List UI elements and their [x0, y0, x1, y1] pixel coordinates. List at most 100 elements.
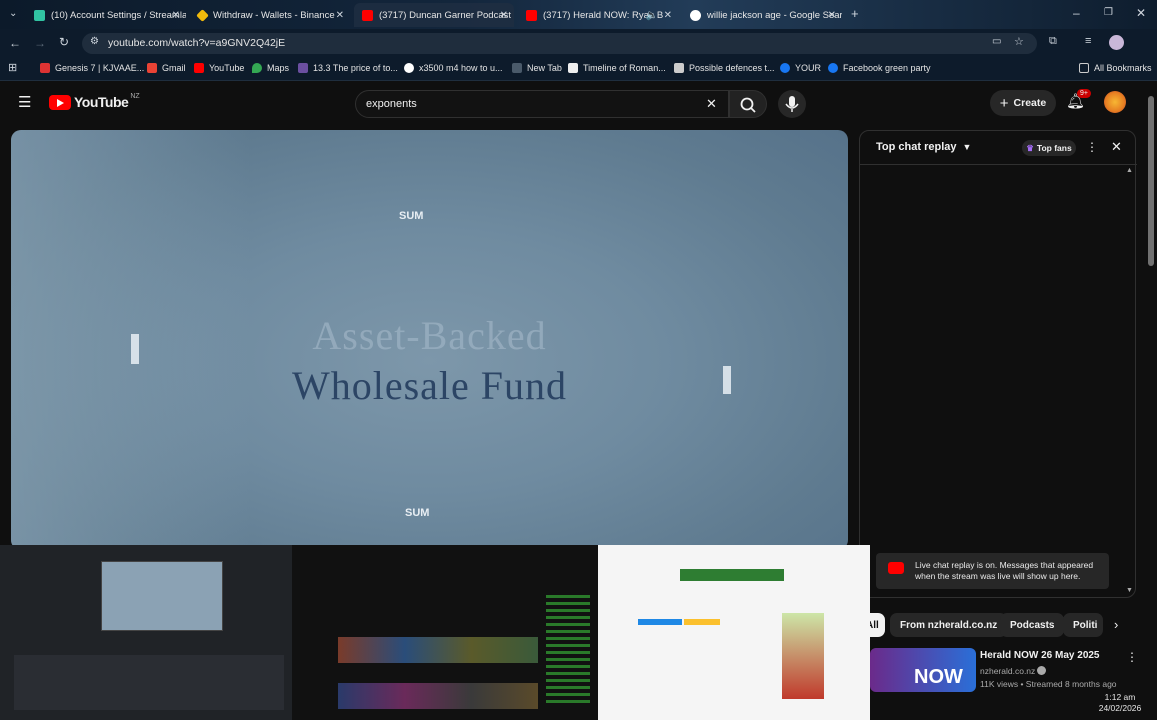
bookmark-genesis[interactable]: Genesis 7 | KJVAAE... [40, 63, 144, 73]
tab-streamlabs[interactable]: (10) Account Settings / Streamlabs ✕ [26, 3, 186, 27]
search-input[interactable]: exponents ✕ [355, 90, 729, 118]
bookmark-label: Gmail [162, 63, 186, 73]
apps-grid-icon[interactable]: ⊞ [8, 61, 17, 74]
page-scrollbar[interactable] [1148, 96, 1154, 266]
create-label: Create [1013, 97, 1047, 109]
more-options-icon[interactable]: ⋮ [1086, 140, 1098, 154]
scroll-up-icon[interactable]: ▲ [1126, 167, 1133, 174]
restore-icon[interactable]: ❐ [1104, 7, 1113, 18]
recommended-video[interactable]: NOW Herald NOW 26 May 2025 nzherald.co.n… [860, 646, 1157, 692]
preview-banner [680, 569, 784, 581]
bookmark-label: YOUR [795, 63, 822, 73]
system-clock: 1:12 am 24/02/2026 [1085, 692, 1155, 714]
extensions-icon[interactable]: ⧉ [1049, 35, 1057, 48]
video-title[interactable]: Herald NOW 26 May 2025 [980, 650, 1100, 661]
new-tab-icon[interactable]: + [851, 6, 859, 21]
tab-herald-now[interactable]: (3717) Herald NOW: Ryan B 🔈 ✕ [518, 3, 678, 27]
speaker-icon[interactable]: 🔈 [646, 10, 658, 21]
browser-tab-bar: ⌄ (10) Account Settings / Streamlabs ✕ W… [0, 0, 1157, 29]
bookmark-label: All Bookmarks [1094, 63, 1152, 73]
youtube-logo[interactable]: YouTube NZ [49, 92, 140, 110]
bookmark-x3500[interactable]: x3500 m4 how to u... [404, 63, 503, 73]
bookmark-price[interactable]: 13.3 The price of to... [298, 63, 398, 73]
search-query[interactable]: exponents [366, 98, 417, 110]
hamburger-menu-icon[interactable]: ☰ [18, 93, 31, 111]
chevron-down-icon: ▼ [962, 142, 972, 152]
chevron-right-icon[interactable]: › [1114, 617, 1118, 632]
preview-thumbnail-row [338, 637, 538, 663]
bookmark-gmail[interactable]: Gmail [147, 63, 186, 73]
notification-count-badge: 9+ [1077, 89, 1091, 98]
all-bookmarks[interactable]: All Bookmarks [1079, 63, 1152, 73]
forward-icon[interactable]: → [34, 36, 46, 50]
tab-label: (10) Account Settings / Streamlabs [51, 9, 186, 21]
clear-search-icon[interactable]: ✕ [706, 96, 717, 112]
video-thumbnail[interactable]: NOW [870, 648, 976, 692]
close-window-icon[interactable]: ✕ [1136, 6, 1146, 20]
tab-search-icon[interactable]: ⌄ [9, 8, 17, 19]
close-chat-icon[interactable]: ✕ [1111, 139, 1122, 155]
chip-from-nzherald[interactable]: From nzherald.co.nz [890, 613, 1008, 637]
channel-name[interactable]: nzherald.co.nz [980, 666, 1035, 676]
bookmark-label: 13.3 The price of to... [313, 63, 398, 73]
avatar[interactable] [1104, 91, 1126, 113]
bookmark-label: x3500 m4 how to u... [419, 63, 503, 73]
cast-icon[interactable]: ▭ [992, 36, 1001, 47]
close-icon[interactable]: ✕ [828, 10, 836, 21]
bookmark-label: Genesis 7 | KJVAAE... [55, 63, 145, 73]
tab-binance[interactable]: Withdraw - Wallets - Binance ✕ [190, 3, 350, 27]
profile-avatar[interactable] [1109, 35, 1124, 50]
bookmark-icon [674, 63, 684, 73]
bookmark-your[interactable]: YOUR [780, 63, 821, 73]
preview-youtube-studio[interactable] [292, 545, 598, 720]
chat-header: Top chat replay ▼ ♛ Top fans ⋮ ✕ [860, 131, 1137, 165]
bookmark-youtube[interactable]: YouTube [194, 63, 244, 73]
binance-icon [196, 8, 209, 22]
preview-browser-window[interactable] [0, 545, 292, 720]
clock-time: 1:12 am [1104, 692, 1136, 702]
youtube-wordmark: YouTube [74, 94, 129, 110]
maps-icon [252, 63, 262, 73]
preview-chat-column [546, 595, 590, 705]
chip-politics[interactable]: Politi [1063, 613, 1103, 637]
preview-web-page[interactable] [598, 545, 870, 720]
bookmark-maps[interactable]: Maps [252, 63, 289, 73]
notifications-button[interactable]: 🔔︎ 9+ [1066, 89, 1091, 114]
close-icon[interactable]: ✕ [500, 10, 508, 21]
close-icon[interactable]: ✕ [336, 10, 344, 21]
bookmark-label: New Tab [527, 63, 562, 73]
tab-google-search[interactable]: willie jackson age - Google Search ✕ [682, 3, 842, 27]
bookmark-facebook-green[interactable]: Facebook green party [828, 63, 931, 73]
close-icon[interactable]: ✕ [172, 10, 180, 21]
microphone-icon [785, 96, 799, 112]
close-icon[interactable]: ✕ [664, 10, 672, 21]
verified-icon [1037, 666, 1046, 675]
country-code: NZ [130, 92, 140, 100]
bookmark-star-icon[interactable]: ☆ [1014, 35, 1024, 48]
chip-podcasts[interactable]: Podcasts [1000, 613, 1065, 637]
tab-duncan-garner[interactable]: (3717) Duncan Garner Podcast ✕ [354, 3, 514, 27]
bookmark-new-tab[interactable]: New Tab [512, 63, 562, 73]
reload-icon[interactable]: ↻ [59, 35, 69, 49]
site-info-icon[interactable]: ⚙ [90, 36, 99, 47]
video-player[interactable]: SUM Asset-Backed Wholesale Fund SUM [11, 130, 848, 550]
top-fans-button[interactable]: ♛ Top fans [1022, 140, 1076, 156]
preview-video-frame [101, 561, 223, 631]
voice-search-button[interactable] [778, 90, 806, 118]
minimize-icon[interactable]: – [1073, 6, 1080, 20]
chat-mode-dropdown[interactable]: Top chat replay ▼ [876, 141, 971, 153]
bookmark-icon [40, 63, 50, 73]
more-options-icon[interactable]: ⋮ [1126, 650, 1138, 664]
url-text[interactable]: youtube.com/watch?v=a9GNV2Q42jE [108, 37, 285, 49]
preview-panel [14, 655, 284, 710]
omnibox[interactable]: ⚙ youtube.com/watch?v=a9GNV2Q42jE ▭ ☆ [82, 33, 1037, 54]
search-button[interactable] [729, 90, 767, 118]
create-button[interactable]: + Create [990, 90, 1056, 116]
bookmark-icon [298, 63, 308, 73]
bookmark-defences[interactable]: Possible defences t... [674, 63, 775, 73]
bookmark-timeline[interactable]: Timeline of Roman... [568, 63, 666, 73]
back-icon[interactable]: ← [9, 36, 21, 50]
scroll-down-icon[interactable]: ▼ [1126, 587, 1133, 594]
reading-list-icon[interactable]: ≡ [1085, 35, 1091, 47]
tab-label: willie jackson age - Google Search [707, 9, 842, 21]
